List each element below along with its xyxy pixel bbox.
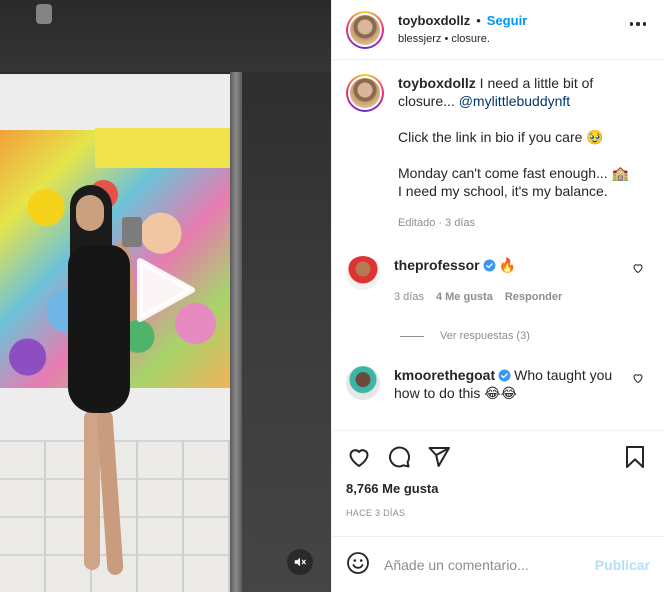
mute-icon[interactable] [287,549,313,575]
caption-meta: Editado · 3 días [398,217,476,229]
comments-section[interactable]: toyboxdollz I need a little bit of closu… [332,60,664,430]
commenter-username[interactable]: theprofessor [394,257,480,273]
author-username[interactable]: toyboxdollz [398,13,470,29]
video-door-frame [230,72,242,592]
comment-body: theprofessor 🔥 3 días 4 Me gusta Responde… [394,256,562,306]
caption-line: Click the link in bio if you care 🥹 [398,129,604,145]
share-icon[interactable] [426,444,452,470]
publish-button[interactable]: Publicar [595,557,650,573]
person-face [76,195,104,231]
separator: • [476,12,481,28]
post-video[interactable] [0,0,331,592]
commenter-avatar[interactable] [346,366,380,400]
avatar-inner [348,76,382,110]
comment-text: 🔥 [498,257,517,273]
comment-input[interactable] [384,556,595,573]
person-phone [122,217,142,247]
author-avatar[interactable] [346,10,384,49]
header-line: toyboxdollz • Seguir [398,13,527,29]
audio-subtitle[interactable]: blessjerz • closure. [398,31,527,47]
mention-link[interactable]: @mylittlebuddynft [459,93,570,109]
person-dress [68,245,130,413]
comment-item: kmoorethegoat Who taught you how to do th… [346,366,650,402]
reply-button[interactable]: Responder [505,288,562,306]
more-options-icon[interactable] [629,22,646,26]
caption-avatar[interactable] [346,74,384,112]
caption-author[interactable]: toyboxdollz [398,75,476,91]
caption-text: toyboxdollz I need a little bit of closu… [398,74,638,232]
comment-likes[interactable]: 4 Me gusta [436,288,493,306]
post-side-panel: toyboxdollz • Seguir blessjerz • closure… [331,0,664,592]
heart-icon[interactable] [346,444,372,470]
smile-icon[interactable] [346,551,370,578]
verified-icon [498,369,511,382]
scroll-fade [332,416,664,430]
caption-line: I need my school, it's my balance. [398,183,608,199]
avatar-image [350,14,380,45]
caption: toyboxdollz I need a little bit of closu… [346,74,650,232]
likes-count[interactable]: 8,766 Me gusta [346,481,650,496]
caption-line: Monday can't come fast enough... 🏫 [398,165,630,181]
commenter-username[interactable]: kmoorethegoat [394,367,495,383]
video-mural-yellow [95,128,230,168]
avatar-inner [348,12,382,47]
replies-line [400,335,424,337]
post-time-ago[interactable]: HACE 3 DÍAS [346,508,650,526]
add-comment-bar: Publicar [332,536,664,592]
action-bar: 8,766 Me gusta HACE 3 DÍAS [332,430,664,526]
bookmark-icon[interactable] [622,444,648,470]
comment-time[interactable]: 3 días [394,288,424,306]
post-header: toyboxdollz • Seguir blessjerz • closure… [332,0,664,60]
comment-like-heart-icon[interactable] [632,262,644,277]
comment-actions: 3 días 4 Me gusta Responder [394,288,562,306]
comment-like-heart-icon[interactable] [632,372,644,387]
video-person [50,185,150,580]
instagram-post-modal: toyboxdollz • Seguir blessjerz • closure… [0,0,664,592]
video-top-shade [0,0,331,72]
action-icons [346,431,650,483]
view-replies-button[interactable]: Ver respuestas (3) [400,330,650,342]
video-artifact [36,4,52,24]
follow-button[interactable]: Seguir [487,13,527,29]
comment-icon[interactable] [386,444,412,470]
play-icon[interactable] [134,257,196,323]
comment-item: theprofessor 🔥 3 días 4 Me gusta Responde… [346,256,650,306]
video-door [242,72,331,592]
header-meta: toyboxdollz • Seguir blessjerz • closure… [398,13,527,47]
person-leg [96,409,124,576]
verified-icon [483,259,496,272]
commenter-avatar[interactable] [346,256,380,290]
view-replies-label: Ver respuestas (3) [440,330,530,342]
avatar-image [350,78,380,108]
comment-body: kmoorethegoat Who taught you how to do th… [394,366,624,402]
